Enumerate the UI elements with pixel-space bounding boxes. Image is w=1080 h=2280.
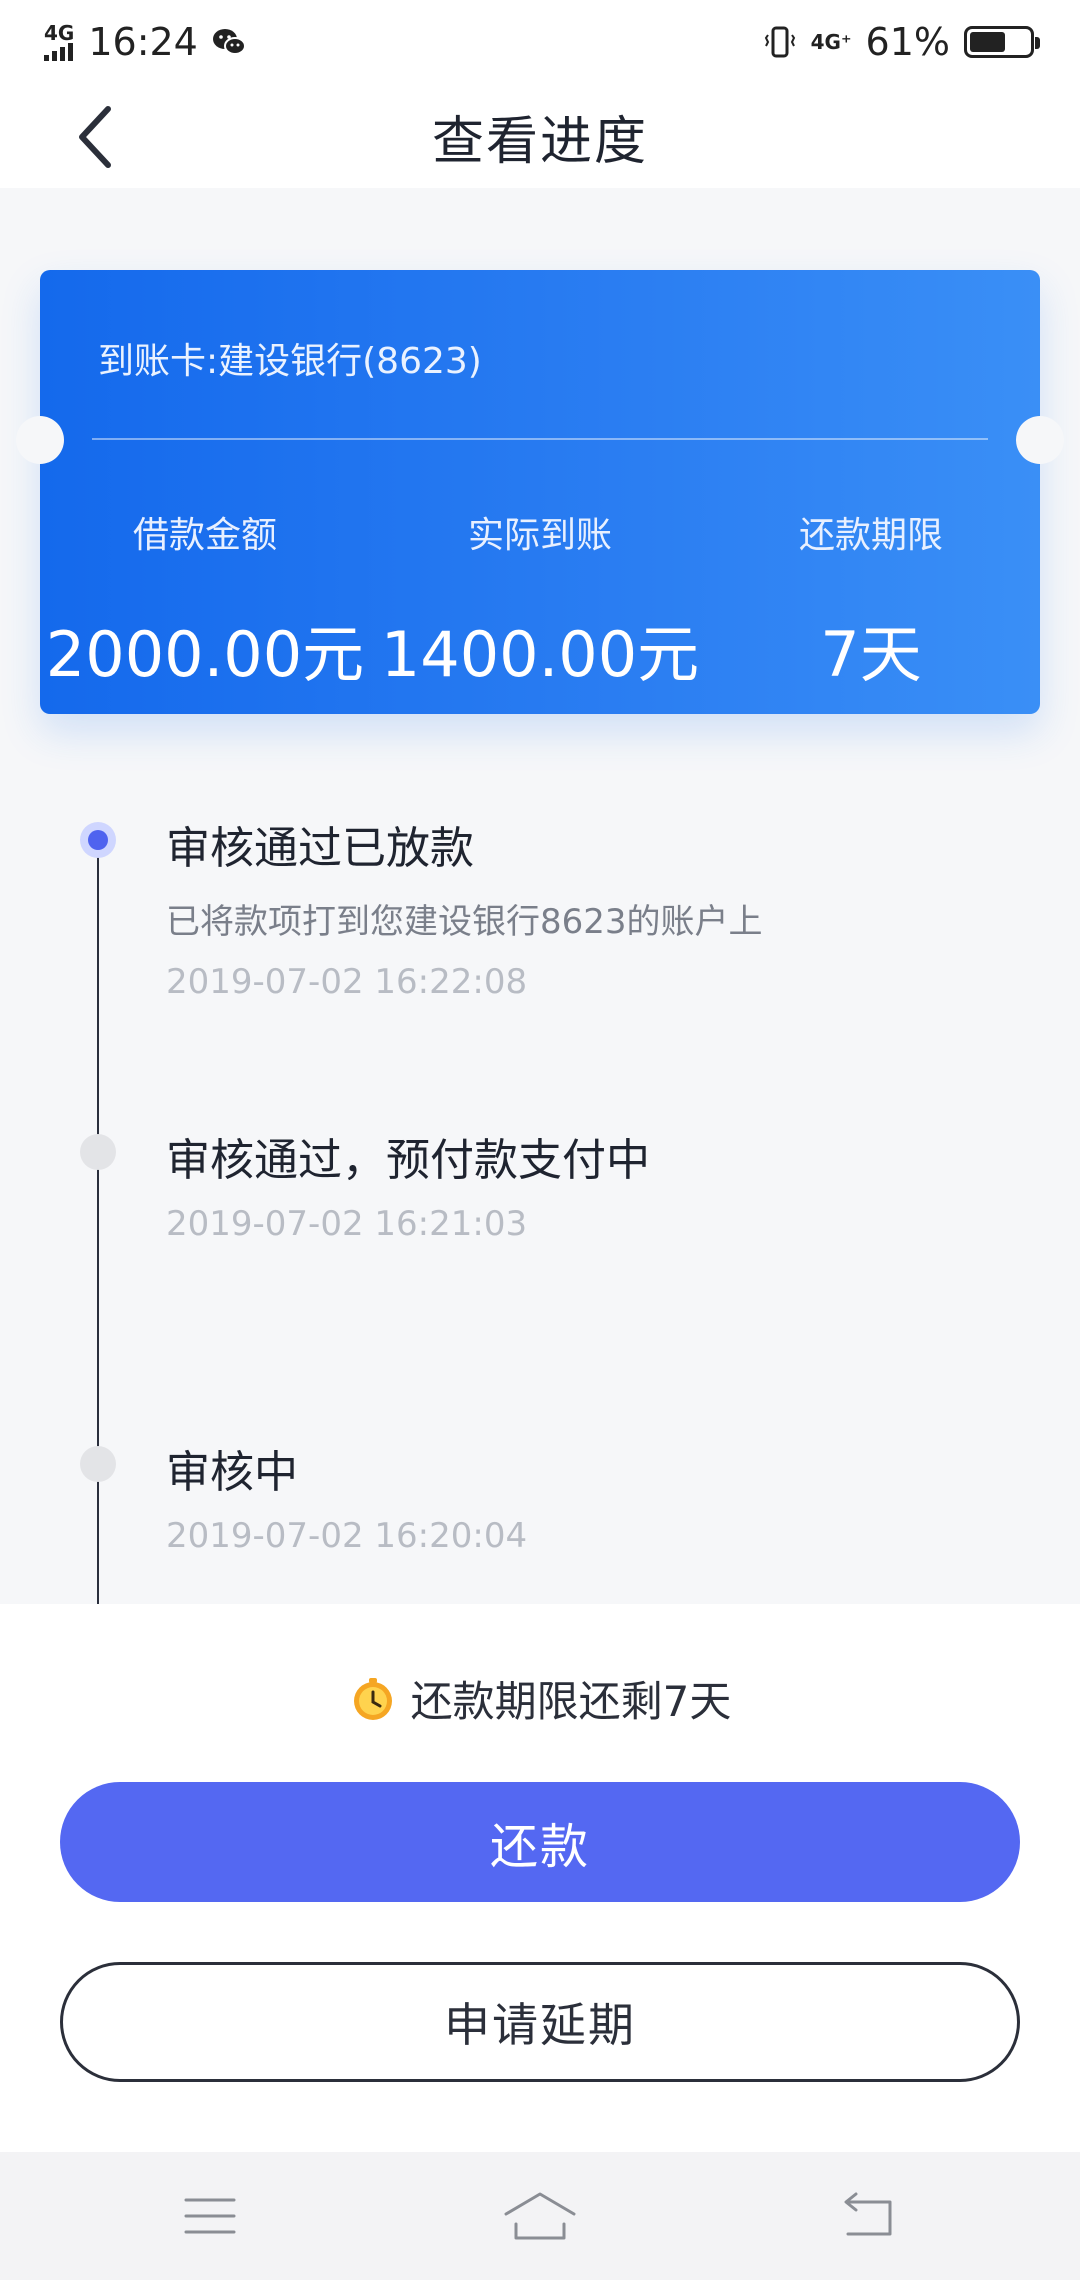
receiving-account: 到账卡:建设银行(8623) xyxy=(98,341,482,382)
status-bar: 4G 16:24 4G⁺ 61% xyxy=(0,0,1080,84)
loan-card: 到账卡:建设银行(8623) 借款金额 2000.00元 实际到账 1400.0… xyxy=(16,270,1064,714)
repay-button[interactable]: 还款 xyxy=(60,1782,1020,1902)
wechat-icon xyxy=(212,27,246,57)
timeline-title: 审核中 xyxy=(166,1447,298,1498)
signal-icon: 4G xyxy=(44,23,74,61)
stat-value: 7天 xyxy=(820,618,922,691)
battery-icon xyxy=(964,26,1040,58)
stat-loan-amount: 借款金额 2000.00元 xyxy=(40,506,370,694)
chevron-left-icon xyxy=(79,106,111,168)
vibrate-icon xyxy=(763,25,797,59)
network-type-right: 4G⁺ xyxy=(810,30,852,54)
menu-button[interactable] xyxy=(160,2176,260,2256)
back-arrow-icon xyxy=(844,2192,892,2236)
timeline-time: 2019-07-02 16:20:04 xyxy=(166,1516,528,1556)
timeline-desc: 已将款项打到您建设银行8623的账户上 xyxy=(166,902,763,942)
stat-label: 实际到账 xyxy=(467,515,612,556)
home-button[interactable] xyxy=(490,2176,590,2256)
stat-label: 还款期限 xyxy=(798,515,943,556)
timeline-time: 2019-07-02 16:21:03 xyxy=(166,1204,528,1244)
nav-bar: 查看进度 xyxy=(0,84,1080,188)
return-button[interactable] xyxy=(820,2176,920,2256)
stat-value: 1400.00元 xyxy=(380,618,700,691)
menu-icon xyxy=(184,2198,236,2234)
page-title: 查看进度 xyxy=(431,111,648,172)
stat-actual-received: 实际到账 1400.00元 xyxy=(375,506,705,694)
battery-percent: 61% xyxy=(865,20,950,64)
timeline-title: 审核通过，预付款支付中 xyxy=(166,1135,650,1186)
status-time: 16:24 xyxy=(88,20,198,64)
network-type-left: 4G xyxy=(44,21,75,45)
stat-repay-term: 还款期限 7天 xyxy=(706,506,1036,694)
extend-button[interactable]: 申请延期 xyxy=(60,1962,1020,2082)
system-nav-bar xyxy=(0,2152,1080,2280)
home-icon xyxy=(504,2192,576,2240)
remaining-term: 还款期限还剩7天 xyxy=(0,1668,1080,1729)
timeline-dot-active xyxy=(80,822,116,858)
clock-icon xyxy=(353,1677,392,1720)
timeline-dot xyxy=(80,1446,116,1482)
network-icon: 4G⁺ xyxy=(811,32,852,52)
back-button[interactable] xyxy=(62,102,126,172)
status-left: 4G 16:24 xyxy=(44,20,246,64)
timeline-dot xyxy=(80,1134,116,1170)
card-divider xyxy=(92,438,988,440)
remaining-text: 还款期限还剩7天 xyxy=(410,1677,732,1726)
timeline-line xyxy=(97,840,99,1604)
card-notch-right xyxy=(1016,416,1064,464)
stat-value: 2000.00元 xyxy=(45,618,365,691)
stat-label: 借款金额 xyxy=(132,515,277,556)
timeline-time: 2019-07-02 16:22:08 xyxy=(166,962,528,1002)
status-right: 4G⁺ 61% xyxy=(763,20,1040,64)
bottom-panel: 还款期限还剩7天 还款 申请延期 xyxy=(0,1604,1080,2152)
timeline-title: 审核通过已放款 xyxy=(166,823,474,874)
card-notch-left xyxy=(16,416,64,464)
